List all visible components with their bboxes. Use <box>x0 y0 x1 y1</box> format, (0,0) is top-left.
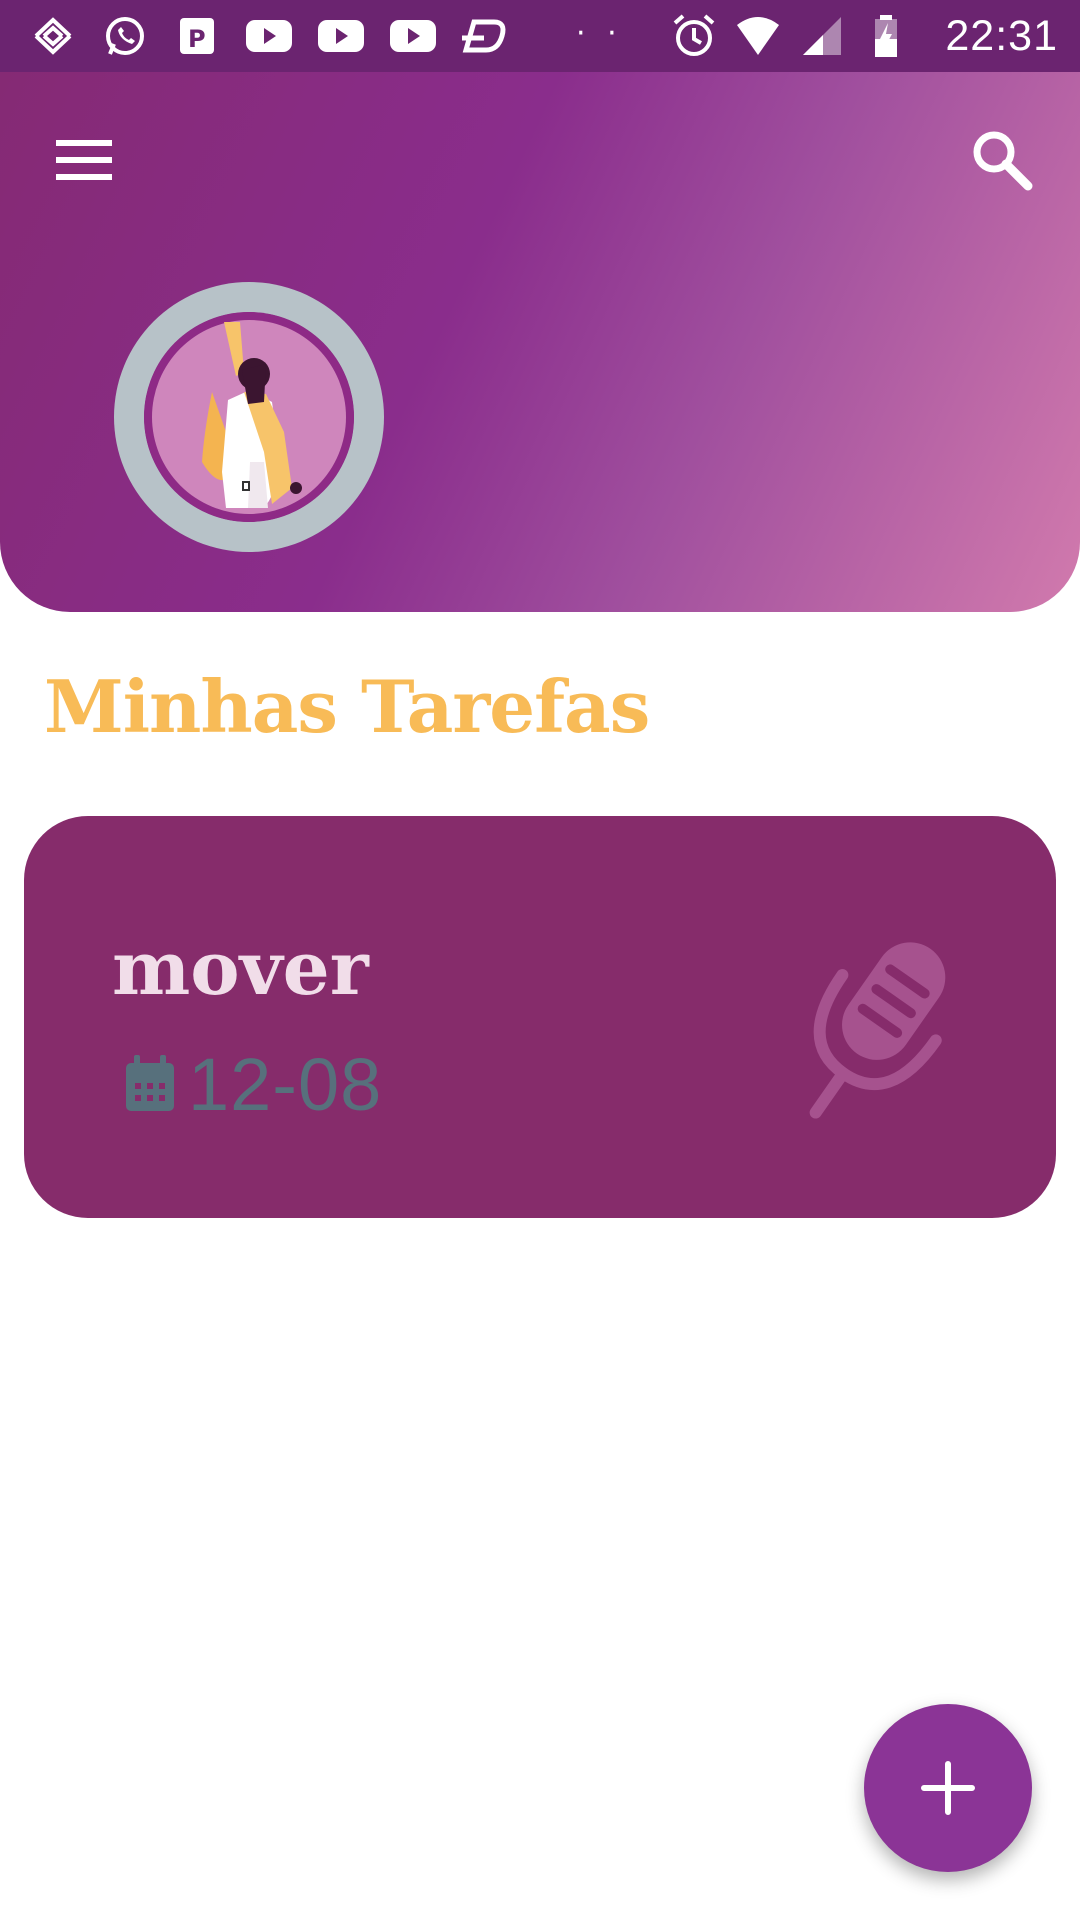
add-task-button[interactable] <box>864 1704 1032 1872</box>
task-name: mover <box>112 926 369 1012</box>
battery-charging-icon <box>863 13 909 59</box>
youtube-icon <box>316 14 366 58</box>
profile-header <box>0 72 1080 612</box>
banco-do-brasil-icon <box>28 14 78 58</box>
microphone-icon[interactable] <box>764 924 980 1134</box>
avatar-ring <box>114 282 384 552</box>
task-date-text: 12-08 <box>188 1042 383 1126</box>
task-card[interactable]: mover 12-08 <box>24 816 1056 1218</box>
avatar[interactable] <box>144 312 354 522</box>
notification-icons: P <box>28 12 510 60</box>
youtube-icon <box>244 14 294 58</box>
system-icons: 22:31 <box>671 10 1058 62</box>
task-date: 12-08 <box>122 1042 383 1126</box>
dz-app-icon <box>460 14 510 58</box>
hamburger-menu-icon[interactable] <box>56 136 112 184</box>
wifi-icon <box>735 13 781 59</box>
status-bar: P · · 22:31 <box>0 0 1080 72</box>
svg-text:P: P <box>188 25 206 53</box>
app-screen: P · · 22:31 Minhas Tarefas mover 12-08 <box>0 0 1080 1920</box>
calendar-icon <box>122 1053 178 1115</box>
whatsapp-icon <box>100 14 150 58</box>
parking-app-icon: P <box>172 14 222 58</box>
more-notifications-indicator: · · <box>576 16 623 51</box>
youtube-icon <box>388 14 438 58</box>
search-icon[interactable] <box>966 124 1036 194</box>
alarm-icon <box>671 13 717 59</box>
page-title: Minhas Tarefas <box>44 664 650 749</box>
plus-icon <box>921 1761 975 1815</box>
cellular-signal-icon <box>799 13 845 59</box>
clock: 22:31 <box>945 11 1058 60</box>
